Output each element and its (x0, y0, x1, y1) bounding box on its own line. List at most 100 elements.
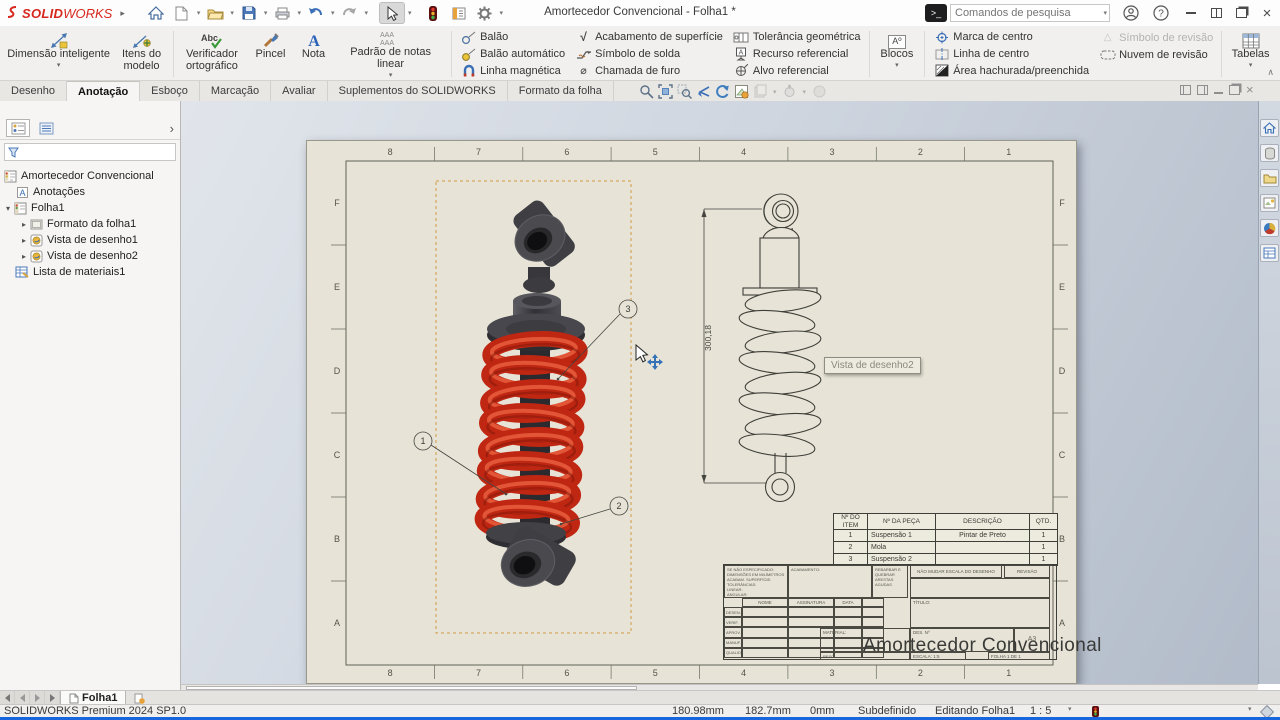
tree-item-sheet-format[interactable]: ▸ Formato da folha1 (0, 216, 180, 232)
expanded-arrow-icon[interactable]: ▾ (3, 204, 13, 213)
caret-down-icon[interactable]: ▾ (1068, 705, 1072, 713)
geometric-tolerance-button[interactable]: Tolerância geométrica (730, 29, 864, 46)
print-icon[interactable] (270, 3, 294, 23)
caret-down-icon[interactable]: ▾ (264, 9, 268, 17)
undo-icon[interactable] (304, 3, 328, 23)
home-icon[interactable] (144, 3, 168, 23)
tab-marcacao[interactable]: Marcação (200, 81, 271, 101)
doc-restore-button[interactable] (1229, 85, 1240, 95)
new-document-icon[interactable] (170, 3, 194, 23)
appearance-icon[interactable] (811, 84, 827, 100)
tab-anotacao[interactable]: Anotação (67, 81, 140, 101)
caret-down-icon[interactable]: ▾ (1248, 705, 1252, 713)
feature-tree-tab-icon[interactable] (6, 119, 30, 137)
doc-close-button[interactable]: × (1246, 85, 1254, 95)
minimize-button[interactable] (1178, 3, 1204, 23)
tree-filter-box[interactable] (4, 143, 176, 161)
display-pane-tab-icon[interactable] (34, 119, 58, 137)
next-sheet-button[interactable] (30, 691, 45, 705)
doc-minimize-button[interactable] (1214, 92, 1223, 94)
open-icon[interactable] (203, 3, 227, 23)
collapsed-arrow-icon[interactable]: ▸ (19, 236, 29, 245)
tree-item-bom[interactable]: Lista de materiais1 (0, 264, 180, 280)
graphics-area[interactable]: 300,18 1 2 3 87654321 87654321 (181, 101, 1258, 684)
hole-callout-button[interactable]: ⌀Chamada de furo (572, 62, 726, 79)
sheet-tab-folha1[interactable]: Folha1 (60, 691, 126, 705)
linear-note-pattern-button[interactable]: AAAAAA Padrão de notas linear ▾ (333, 28, 448, 80)
caret-down-icon[interactable]: ▾ (331, 9, 335, 17)
spell-checker-button[interactable]: Abc Verificador ortográfico (177, 28, 247, 80)
caret-down-icon[interactable]: ▾ (297, 9, 301, 17)
revision-symbol-button[interactable]: △Símbolo de revisão (1096, 29, 1216, 46)
caret-down-icon[interactable]: ▾ (230, 9, 234, 17)
redo-icon[interactable] (337, 3, 361, 23)
help-icon[interactable]: ? (1148, 3, 1174, 23)
tree-item-sheet[interactable]: ▾ Folha1 (0, 200, 180, 216)
datum-feature-button[interactable]: ARecurso referencial (730, 46, 864, 63)
tab-desenho[interactable]: Desenho (0, 81, 67, 101)
tab-esboco[interactable]: Esboço (140, 81, 200, 101)
account-icon[interactable] (1118, 3, 1144, 23)
datum-target-button[interactable]: Alvo referencial (730, 62, 864, 79)
display-style-icon[interactable] (782, 84, 798, 100)
drawing-sheet[interactable]: 300,18 1 2 3 87654321 87654321 (306, 140, 1077, 684)
caret-down-icon[interactable]: ▾ (1103, 9, 1107, 17)
restore-button[interactable] (1228, 3, 1254, 23)
centerline-button[interactable]: Linha de centro (930, 46, 1092, 63)
view-palette-icon[interactable] (1260, 194, 1279, 212)
command-search-input[interactable] (951, 7, 1101, 19)
home-tab-icon[interactable] (1260, 119, 1279, 137)
tree-item-drawing-view2[interactable]: ▸ Vista de desenho2 (0, 248, 180, 264)
tab-suplementos[interactable]: Suplementos do SOLIDWORKS (328, 81, 508, 101)
add-sheet-button[interactable] (126, 691, 152, 705)
window-layout-button[interactable] (1203, 3, 1229, 23)
tab-avaliar[interactable]: Avaliar (271, 81, 327, 101)
file-explorer-icon[interactable] (1260, 169, 1279, 187)
caret-down-icon[interactable]: ▾ (197, 9, 201, 17)
menu-flyout-icon[interactable]: ▸ (120, 8, 125, 19)
prev-sheet-button[interactable] (15, 691, 30, 705)
surface-finish-button[interactable]: √Acabamento de superfície (572, 29, 726, 46)
zoom-to-area-icon[interactable] (676, 84, 692, 100)
previous-view-icon[interactable] (695, 84, 711, 100)
sheet-scale[interactable]: 1 : 5 (1030, 705, 1051, 717)
tab-formato-da-folha[interactable]: Formato da folha (508, 81, 614, 101)
zoom-to-fit-icon[interactable] (657, 84, 673, 100)
custom-properties-icon[interactable] (1260, 244, 1279, 262)
hatch-fill-button[interactable]: Área hachurada/preenchida (930, 62, 1092, 79)
center-mark-button[interactable]: Marca de centro (930, 29, 1092, 46)
pane-right-icon[interactable] (1197, 85, 1208, 95)
ribbon-collapse-icon[interactable]: ∧ (1267, 67, 1274, 78)
last-sheet-button[interactable] (45, 691, 60, 705)
note-button[interactable]: A Nota (294, 28, 333, 80)
tree-item-drawing-view1[interactable]: ▸ Vista de desenho1 (0, 232, 180, 248)
view-settings-icon[interactable] (752, 84, 768, 100)
command-prompt-button[interactable]: >_ (925, 4, 947, 22)
model-items-button[interactable]: Itens do modelo (113, 28, 170, 80)
sheet-properties-icon[interactable] (733, 84, 749, 100)
panel-expand-chevron-icon[interactable]: › (170, 121, 174, 136)
zoom-icon[interactable] (638, 84, 654, 100)
tree-item-annotations[interactable]: A Anotações (0, 184, 180, 200)
auto-balloon-button[interactable]: Balão automático (457, 46, 568, 63)
close-button[interactable]: × (1254, 3, 1280, 23)
magnetic-line-button[interactable]: Linha magnética (457, 62, 568, 79)
caret-down-icon[interactable]: ▾ (364, 9, 368, 17)
design-library-icon[interactable] (1260, 144, 1279, 162)
caret-down-icon[interactable]: ▾ (803, 88, 807, 96)
save-icon[interactable] (237, 3, 261, 23)
bom-row[interactable]: 1 Suspensão 1 Pintar de Preto 1 (834, 530, 1058, 542)
collapsed-arrow-icon[interactable]: ▸ (19, 220, 29, 229)
bom-row[interactable]: 2 Mola 1 (834, 542, 1058, 554)
balloon-button[interactable]: Balão (457, 29, 568, 46)
caret-down-icon[interactable]: ▾ (773, 88, 777, 96)
bom-table[interactable]: Nº DO ITEMNº DA PEÇADESCRIÇÃOQTD. 1 Susp… (833, 513, 1058, 566)
collapsed-arrow-icon[interactable]: ▸ (19, 252, 29, 261)
weld-symbol-button[interactable]: Símbolo de solda (572, 46, 726, 63)
pane-left-icon[interactable] (1180, 85, 1191, 95)
first-sheet-button[interactable] (0, 691, 15, 705)
redraw-icon[interactable] (714, 84, 730, 100)
blocks-button[interactable]: Aº Blocos ▾ (872, 28, 921, 80)
tree-root-item[interactable]: Amortecedor Convencional (0, 168, 180, 184)
appearances-icon[interactable] (1260, 219, 1279, 237)
